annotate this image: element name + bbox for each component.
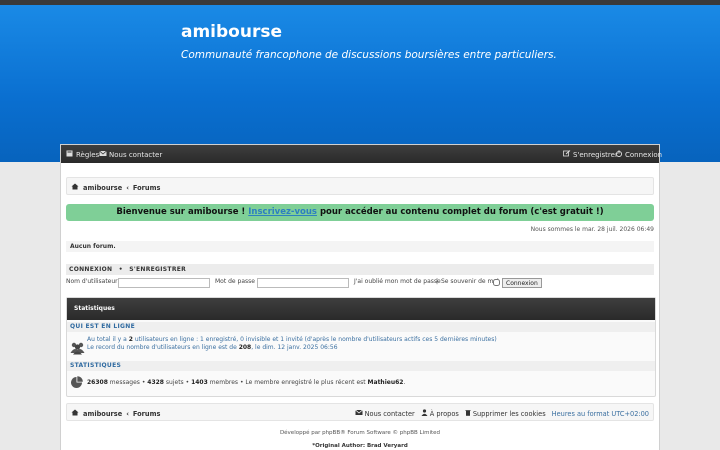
edit-icon	[563, 150, 571, 159]
breadcrumb-separator: ‹	[126, 183, 129, 192]
nav-contact-link[interactable]: Nous contacter	[99, 150, 162, 159]
record-line: Le record du nombre d'utilisateurs en li…	[87, 344, 338, 351]
footer-team-label: À propos	[429, 409, 459, 418]
login-form: Nom d'utilisateur : Mot de passe : J'ai …	[66, 278, 656, 289]
online-users-line: Au total il y a 2 utilisateurs en ligne …	[87, 336, 497, 343]
remember-label: Se souvenir de moi	[441, 278, 499, 285]
envelope-icon	[354, 409, 363, 418]
current-datetime: Nous sommes le mar. 28 juil. 2026 06:49	[530, 226, 654, 233]
trash-icon	[465, 409, 471, 418]
nav-rules-label: Règles	[76, 150, 100, 159]
messages-count: 26308	[87, 379, 108, 386]
footer-breadcrumb: amibourse ‹ Forums Nous contacter À prop…	[66, 403, 654, 421]
period: .	[403, 379, 406, 386]
nav-rules-link[interactable]: Règles	[66, 150, 99, 159]
members-label: membres	[209, 379, 239, 386]
pipe-separator: |	[436, 278, 439, 285]
user-icon	[421, 409, 428, 418]
register-heading-link[interactable]: S'ENREGISTRER	[129, 266, 186, 273]
welcome-prefix: Bienvenue sur amibourse !	[116, 207, 246, 217]
nav-contact-label: Nous contacter	[109, 150, 163, 159]
statistics-line: 26308 messages • 4328 sujets • 1403 memb…	[87, 379, 405, 386]
online-text-a: Au total il y a	[87, 336, 127, 343]
delete-cookies-label: Supprimer les cookies	[472, 409, 546, 418]
powered-by: Développé par phpBB® Forum Software © ph…	[279, 430, 441, 436]
username-label: Nom d'utilisateur :	[66, 278, 122, 285]
book-icon	[66, 150, 74, 159]
password-input[interactable]	[257, 278, 349, 288]
bullet-2: •	[185, 379, 190, 386]
newest-member-label: Le membre enregistré le plus récent est	[245, 379, 366, 386]
record-text-b: , le dim. 12 janv. 2025 06:56	[251, 344, 338, 351]
footer-breadcrumb-home[interactable]: amibourse	[83, 410, 122, 418]
messages-label: messages	[109, 379, 140, 386]
footer-breadcrumb-forums[interactable]: Forums	[133, 410, 161, 418]
statistics-panel: Statistiques QUI EST EN LIGNE Au total i…	[66, 297, 656, 397]
breadcrumb-home[interactable]: amibourse	[83, 184, 122, 192]
footer-team-link[interactable]: À propos	[421, 409, 459, 418]
nav-login-label: Connexion	[625, 150, 663, 159]
timezone-label: Heures au format UTC+02:00	[551, 409, 649, 418]
nav-login-link[interactable]: Connexion	[615, 150, 662, 159]
online-count: 2	[128, 336, 133, 343]
login-heading-link[interactable]: CONNEXION	[69, 266, 112, 273]
login-heading: CONNEXION • S'ENREGISTRER	[66, 264, 654, 275]
breadcrumb-forums[interactable]: Forums	[133, 184, 161, 192]
home-icon	[71, 183, 79, 192]
site-title[interactable]: amibourse	[181, 22, 282, 42]
footer-breadcrumb-separator: ‹	[126, 409, 129, 418]
envelope-icon	[99, 150, 107, 159]
topics-label: sujets	[165, 379, 184, 386]
footer-contact-label: Nous contacter	[364, 409, 415, 418]
newest-member-link[interactable]: Mathieu62	[368, 379, 404, 386]
bullet-3: •	[239, 379, 244, 386]
nav-register-label: S'enregistrer	[573, 150, 618, 159]
breadcrumb: amibourse ‹ Forums	[66, 177, 654, 195]
statistics-heading: STATISTIQUES	[67, 361, 655, 371]
nav-register-link[interactable]: S'enregistrer	[563, 150, 618, 159]
power-icon	[615, 150, 623, 159]
members-count: 1403	[191, 379, 208, 386]
login-submit-button[interactable]: Connexion	[502, 278, 542, 288]
no-forum-message: Aucun forum.	[66, 241, 654, 252]
site-description: Communauté francophone de discussions bo…	[181, 49, 557, 61]
home-icon	[71, 409, 79, 418]
forgot-password-link[interactable]: J'ai oublié mon mot de passe	[354, 278, 441, 285]
users-icon	[70, 341, 85, 357]
login-heading-sep: •	[118, 266, 123, 273]
online-text-b: utilisateurs en ligne : 1 enregistré, 0 …	[134, 336, 497, 343]
username-input[interactable]	[118, 278, 210, 288]
welcome-suffix: pour accéder au contenu complet du forum…	[319, 207, 604, 217]
original-author: *Original Author: Brad Veryard	[312, 443, 408, 449]
remember-checkbox[interactable]	[493, 279, 500, 286]
register-link[interactable]: Inscrivez-vous	[248, 207, 317, 217]
site-banner: amibourse Communauté francophone de disc…	[0, 5, 720, 162]
footer-contact-link[interactable]: Nous contacter	[354, 409, 415, 418]
record-text-a: Le record du nombre d'utilisateurs en li…	[87, 344, 237, 351]
pie-chart-icon	[70, 376, 83, 391]
bullet-1: •	[141, 379, 146, 386]
statistics-title: Statistiques	[67, 298, 655, 320]
record-count: 208	[238, 344, 252, 351]
welcome-banner: Bienvenue sur amibourse ! Inscrivez-vous…	[66, 204, 654, 221]
delete-cookies-link[interactable]: Supprimer les cookies	[465, 409, 546, 418]
page-wrapper: Règles Nous contacter S'enregistrer Conn…	[60, 144, 662, 450]
password-label: Mot de passe :	[215, 278, 259, 285]
navbar: Règles Nous contacter S'enregistrer Conn…	[61, 145, 662, 163]
who-is-online-heading[interactable]: QUI EST EN LIGNE	[67, 322, 655, 332]
topics-count: 4328	[147, 379, 164, 386]
